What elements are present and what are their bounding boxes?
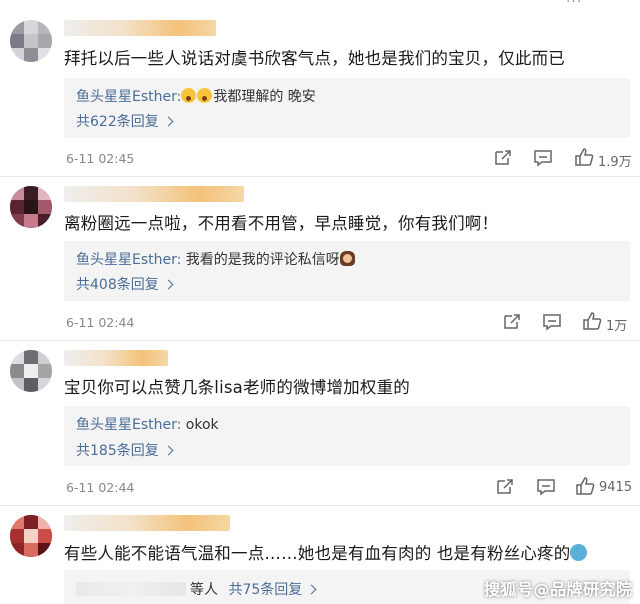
sweat-face-emoji xyxy=(570,544,588,561)
thumbs-up-icon[interactable] xyxy=(575,477,595,495)
reply-username[interactable]: 鱼头星星Esther: xyxy=(76,89,181,105)
reply-count-link[interactable]: 共75条回复 xyxy=(228,582,317,598)
reply-preview: 鱼头星星Esther: okok xyxy=(76,414,219,434)
reply-content: 我都理解的 晚安 xyxy=(213,89,316,105)
like-count: 1万 xyxy=(606,319,628,334)
chevron-right-icon xyxy=(163,445,174,456)
username-blurred[interactable] xyxy=(64,186,244,202)
divider xyxy=(0,505,640,506)
shocked-face-emoji xyxy=(181,88,197,103)
comment-text: 拜托以后一些人说话对虞书欣客气点，她也是我们的宝贝，仅此而已 xyxy=(64,49,565,68)
comment-text: 离粉圈远一点啦，不用看不用管，早点睡觉，你有我们啊！ xyxy=(64,214,499,233)
reply-count-label: 共75条回复 xyxy=(228,582,303,598)
reply-preview: 鱼头星星Esther: 我看的是我的评论私信呀 xyxy=(76,249,356,269)
share-icon[interactable] xyxy=(493,149,513,167)
reply-box[interactable]: 鱼头星星Esther: okok 共185条回复 xyxy=(64,406,630,466)
chevron-right-icon xyxy=(163,116,174,127)
comment-icon[interactable] xyxy=(533,149,553,167)
reply-username[interactable]: 鱼头星星Esther: xyxy=(76,417,181,433)
timestamp: 6-11 02:44 xyxy=(66,480,135,495)
girl-gesture-emoji xyxy=(339,251,355,266)
avatar[interactable] xyxy=(10,186,52,228)
like-count: 1.9万 xyxy=(598,155,632,170)
top-strip: ··· xyxy=(0,0,640,10)
like-count: 9415 xyxy=(599,480,633,495)
divider xyxy=(0,340,640,341)
chevron-right-icon xyxy=(306,584,317,595)
reply-count-link[interactable]: 共185条回复 xyxy=(76,440,174,460)
avatar[interactable] xyxy=(10,20,52,62)
shocked-face-emoji xyxy=(197,88,213,103)
reply-content: okok xyxy=(181,417,219,433)
reply-count-label: 共185条回复 xyxy=(76,443,159,459)
thumbs-up-icon[interactable] xyxy=(574,148,594,166)
reply-suffix: 等人 xyxy=(190,582,218,598)
username-blurred[interactable] xyxy=(64,515,230,531)
reply-count-label: 共408条回复 xyxy=(76,277,159,293)
username-blurred[interactable] xyxy=(64,350,168,366)
reply-content: 我看的是我的评论私信呀 xyxy=(181,252,340,268)
reply-count-link[interactable]: 共408条回复 xyxy=(76,274,174,294)
share-icon[interactable] xyxy=(495,478,515,496)
divider xyxy=(0,176,640,177)
watermark: 搜狐号@品牌研究院 xyxy=(484,580,633,599)
timestamp: 6-11 02:45 xyxy=(66,151,135,166)
reply-count-link[interactable]: 共622条回复 xyxy=(76,111,174,131)
reply-preview: 等人 共75条回复 xyxy=(76,579,317,599)
more-dots-icon[interactable]: ··· xyxy=(566,0,582,10)
comment-icon[interactable] xyxy=(542,313,562,331)
reply-count-label: 共622条回复 xyxy=(76,114,159,130)
comment-text-body: 有些人能不能语气温和一点……她也是有血有肉的 也是有粉丝心疼的 xyxy=(64,544,571,563)
thumbs-up-icon[interactable] xyxy=(582,312,602,330)
reply-username[interactable]: 鱼头星星Esther: xyxy=(76,252,181,268)
reply-box[interactable]: 鱼头星星Esther: 我看的是我的评论私信呀 共408条回复 xyxy=(64,241,630,301)
reply-preview: 鱼头星星Esther: 我都理解的 晚安 xyxy=(76,86,316,106)
avatar[interactable] xyxy=(10,515,52,557)
comment-text: 有些人能不能语气温和一点……她也是有血有肉的 也是有粉丝心疼的 xyxy=(64,540,588,564)
comment-icon[interactable] xyxy=(536,478,556,496)
reply-box[interactable]: 鱼头星星Esther: 我都理解的 晚安 共622条回复 xyxy=(64,78,630,138)
share-icon[interactable] xyxy=(502,313,522,331)
timestamp: 6-11 02:44 xyxy=(66,315,135,330)
reply-usernames-blurred xyxy=(76,582,186,596)
comment-text: 宝贝你可以点赞几条lisa老师的微博增加权重的 xyxy=(64,378,410,397)
username-blurred[interactable] xyxy=(64,20,216,36)
chevron-right-icon xyxy=(163,279,174,290)
avatar[interactable] xyxy=(10,350,52,392)
